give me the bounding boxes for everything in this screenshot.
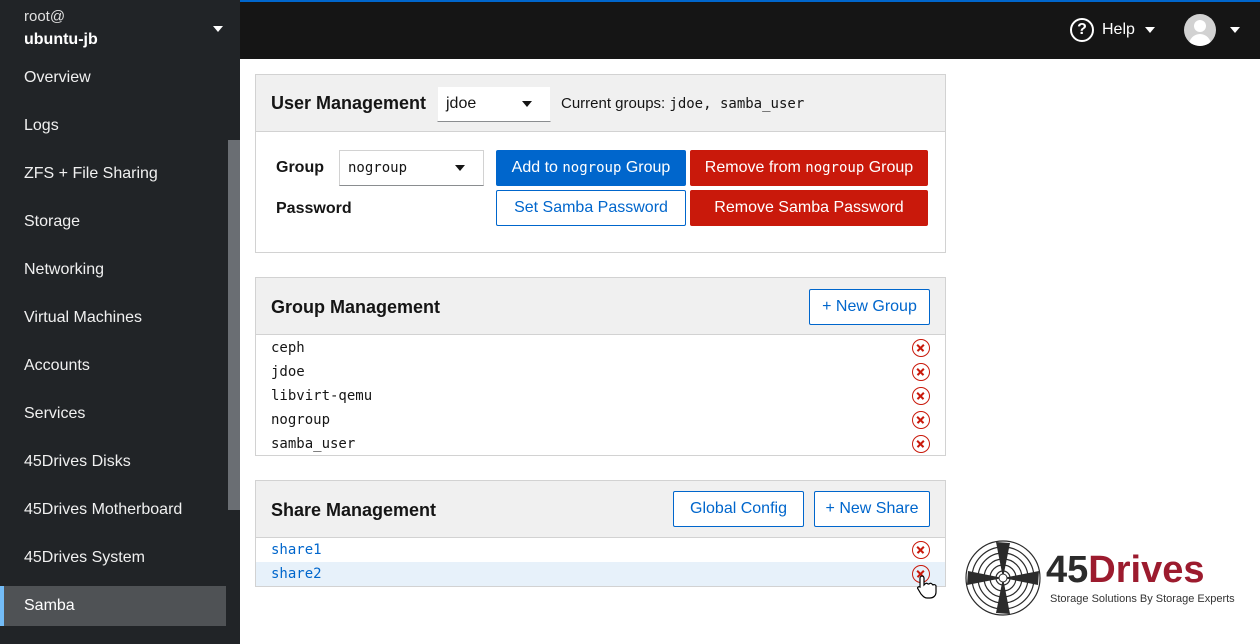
group-management-title: Group Management: [271, 297, 441, 317]
sidebar-item-storage[interactable]: Storage: [0, 202, 226, 242]
group-select-value: nogroup: [348, 160, 408, 176]
new-share-button[interactable]: + New Share: [814, 491, 930, 527]
add-to-group-button[interactable]: Add to nogroup Group: [496, 150, 686, 186]
global-config-button[interactable]: Global Config: [673, 491, 804, 527]
sidebar: root@ ubuntu-jb Overview Logs ZFS + File…: [0, 0, 240, 644]
remove-from-group-button[interactable]: Remove from nogroup Group: [690, 150, 928, 186]
current-groups-label: Current groups:: [561, 95, 666, 112]
chevron-down-icon: [522, 101, 532, 107]
remove-from-group-prefix: Remove from: [704, 159, 806, 176]
45drives-logo: 45Drives Storage Solutions By Storage Ex…: [964, 538, 1235, 618]
delete-circle-icon[interactable]: [912, 541, 930, 559]
logo-brand-word: Drives: [1088, 549, 1205, 591]
group-name: libvirt-qemu: [271, 388, 373, 404]
share-management-card: Share Management Global Config + New Sha…: [255, 480, 946, 587]
avatar-icon: [1184, 14, 1216, 46]
logo-brand-text: 45Drives: [1046, 549, 1204, 591]
sidebar-item-45drives-motherboard[interactable]: 45Drives Motherboard: [0, 490, 226, 530]
sidebar-item-virtual-machines[interactable]: Virtual Machines: [0, 298, 226, 338]
group-name: ceph: [271, 340, 305, 356]
logo-brand-number: 45: [1046, 549, 1089, 591]
share-management-header: Share Management Global Config + New Sha…: [256, 481, 945, 538]
user-management-title: User Management: [271, 93, 427, 113]
table-row: nogroup: [256, 408, 945, 432]
help-label: Help: [1102, 21, 1135, 38]
sidebar-item-networking[interactable]: Networking: [0, 250, 226, 290]
add-to-group-prefix: Add to: [511, 159, 563, 176]
table-row[interactable]: share2: [256, 562, 945, 586]
add-to-group-suffix: Group: [621, 159, 671, 176]
remove-from-group-suffix: Group: [864, 159, 914, 176]
sidebar-item-zfs-file-sharing[interactable]: ZFS + File Sharing: [0, 154, 226, 194]
chevron-down-icon: [213, 26, 223, 32]
table-row: libvirt-qemu: [256, 384, 945, 408]
share-link[interactable]: share1: [271, 542, 322, 558]
hand-cursor-icon: [917, 575, 937, 599]
chevron-down-icon: [455, 165, 465, 171]
logo-tagline: Storage Solutions By Storage Experts: [1050, 593, 1235, 605]
user-select[interactable]: jdoe: [437, 86, 551, 122]
add-to-group-name: nogroup: [562, 160, 622, 176]
share-link[interactable]: share2: [271, 566, 322, 582]
remove-from-group-name: nogroup: [805, 160, 865, 176]
table-row: jdoe: [256, 360, 945, 384]
group-label: Group: [276, 159, 324, 176]
group-name: samba_user: [271, 436, 356, 452]
table-row: samba_user: [256, 432, 945, 456]
masthead: ? Help: [240, 0, 1260, 59]
remove-samba-password-button[interactable]: Remove Samba Password: [690, 190, 928, 226]
sidebar-item-45drives-disks[interactable]: 45Drives Disks: [0, 442, 226, 482]
current-groups-value: jdoe, samba_user: [669, 96, 805, 112]
user-menu[interactable]: [1184, 14, 1240, 46]
new-group-button[interactable]: + New Group: [809, 289, 930, 325]
sidebar-item-services[interactable]: Services: [0, 394, 226, 434]
help-menu[interactable]: ? Help: [1070, 18, 1155, 42]
sidebar-item-45drives-system[interactable]: 45Drives System: [0, 538, 226, 578]
sidebar-item-samba[interactable]: Samba: [0, 586, 226, 626]
table-row[interactable]: share1: [256, 538, 945, 562]
host-switcher[interactable]: root@ ubuntu-jb: [0, 0, 240, 58]
logo-brand: 45Drives: [1046, 550, 1204, 590]
delete-circle-icon[interactable]: [912, 339, 930, 357]
chevron-down-icon: [1230, 27, 1240, 33]
delete-circle-icon[interactable]: [912, 363, 930, 381]
host-name: ubuntu-jb: [24, 31, 98, 48]
delete-circle-icon[interactable]: [912, 411, 930, 429]
user-management-card: User Management jdoe Current groups: jdo…: [255, 74, 946, 253]
delete-circle-icon[interactable]: [912, 387, 930, 405]
table-row: ceph: [256, 336, 945, 360]
user-select-value: jdoe: [446, 95, 477, 112]
set-samba-password-button[interactable]: Set Samba Password: [496, 190, 686, 226]
sidebar-item-overview[interactable]: Overview: [0, 58, 226, 98]
group-name: nogroup: [271, 412, 331, 428]
group-name: jdoe: [271, 364, 305, 380]
sidebar-item-accounts[interactable]: Accounts: [0, 346, 226, 386]
chevron-down-icon: [1144, 27, 1155, 33]
sidebar-scrollbar-thumb[interactable]: [228, 140, 240, 510]
password-label: Password: [276, 200, 352, 217]
group-management-card: Group Management + New Group ceph jdoe l…: [255, 277, 946, 456]
user-management-header: User Management jdoe Current groups: jdo…: [256, 75, 945, 132]
share-management-title: Share Management: [271, 500, 437, 520]
question-circle-icon: ?: [1070, 18, 1094, 42]
delete-circle-icon[interactable]: [912, 435, 930, 453]
current-groups: Current groups: jdoe, samba_user: [561, 95, 804, 112]
group-management-header: Group Management + New Group: [256, 278, 945, 335]
host-user: root@: [24, 8, 66, 25]
sidebar-item-logs[interactable]: Logs: [0, 106, 226, 146]
group-select[interactable]: nogroup: [339, 150, 484, 186]
